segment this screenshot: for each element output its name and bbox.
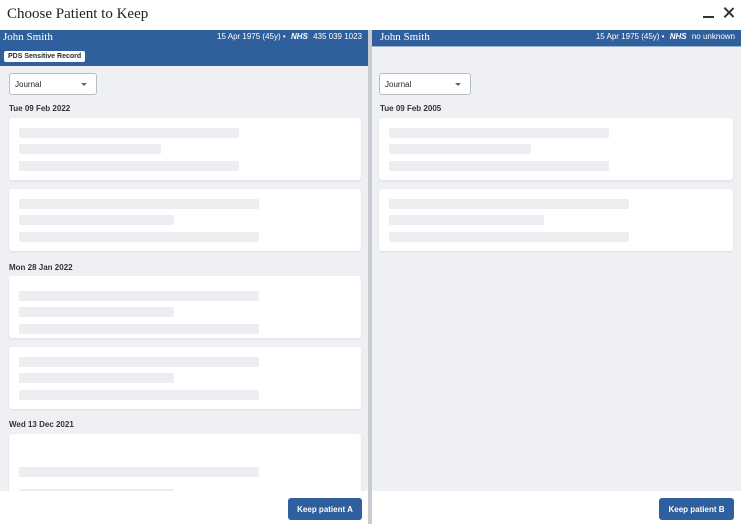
journal-entry-card[interactable] xyxy=(9,347,361,409)
patient-b-dob: 15 Apr 1975 (45y) xyxy=(595,32,660,41)
date-header: Wed 13 Dec 2021 xyxy=(9,420,74,429)
close-icon[interactable] xyxy=(721,3,735,21)
patient-b-separator: • xyxy=(661,32,665,41)
skeleton-line xyxy=(389,144,531,154)
patient-a-nhs-label: NHS xyxy=(290,32,308,41)
skeleton-line xyxy=(19,232,259,242)
skeleton-line xyxy=(19,324,259,334)
patient-a-header: John Smith 15 Apr 1975 (45y) • NHS 435 0… xyxy=(0,30,368,66)
skeleton-line xyxy=(19,161,239,171)
skeleton-line xyxy=(389,232,629,242)
patient-a-pane: John Smith 15 Apr 1975 (45y) • NHS 435 0… xyxy=(0,30,368,491)
skeleton-line xyxy=(19,215,174,225)
skeleton-line xyxy=(389,161,609,171)
patient-a-separator: • xyxy=(282,32,286,41)
title-bar: Choose Patient to Keep xyxy=(0,0,741,30)
minimize-icon[interactable] xyxy=(702,3,716,21)
journal-entry-card[interactable] xyxy=(379,189,733,251)
patient-b-nhs-number: no unknown xyxy=(691,32,735,41)
patient-a-name: John Smith xyxy=(3,31,53,43)
journal-entry-card[interactable] xyxy=(9,118,361,180)
patient-b-view-select-value: Journal xyxy=(385,80,412,89)
skeleton-line xyxy=(19,128,239,138)
skeleton-line xyxy=(389,215,544,225)
date-header: Mon 28 Jan 2022 xyxy=(9,263,73,272)
patient-b-meta: 15 Apr 1975 (45y) • NHS no unknown xyxy=(596,32,735,41)
skeleton-line xyxy=(19,467,259,477)
skeleton-line xyxy=(389,128,609,138)
skeleton-line xyxy=(389,199,629,209)
patient-b-nhs-label: NHS xyxy=(669,32,687,41)
skeleton-line xyxy=(19,390,259,400)
patient-b-header: John Smith 15 Apr 1975 (45y) • NHS no un… xyxy=(372,30,741,47)
patient-b-pane: John Smith 15 Apr 1975 (45y) • NHS no un… xyxy=(372,30,741,491)
window-title: Choose Patient to Keep xyxy=(7,6,149,22)
skeleton-line xyxy=(19,199,259,209)
date-header: Tue 09 Feb 2005 xyxy=(380,104,442,113)
patient-b-name: John Smith xyxy=(380,31,430,43)
pds-sensitive-badge: PDS Sensitive Record xyxy=(4,51,86,62)
patient-a-meta: 15 Apr 1975 (45y) • NHS 435 039 1023 xyxy=(217,32,362,41)
journal-entry-card[interactable] xyxy=(9,276,361,338)
patient-a-dob: 15 Apr 1975 (45y) xyxy=(217,32,281,41)
patient-a-footer: Keep patient A xyxy=(0,491,368,524)
chevron-down-icon xyxy=(455,83,461,86)
window-controls xyxy=(702,3,735,21)
keep-patient-a-button[interactable]: Keep patient A xyxy=(288,498,362,520)
patient-a-nhs-number: 435 039 1023 xyxy=(313,32,362,41)
chevron-down-icon xyxy=(81,83,87,86)
skeleton-line xyxy=(19,373,174,383)
patient-b-footer: Keep patient B xyxy=(372,491,741,524)
patient-a-view-select[interactable]: Journal xyxy=(9,73,97,95)
skeleton-line xyxy=(19,307,174,317)
patient-a-view-select-value: Journal xyxy=(15,80,42,89)
journal-entry-card[interactable] xyxy=(379,118,733,180)
date-header: Tue 09 Feb 2022 xyxy=(9,104,71,113)
journal-entry-card[interactable] xyxy=(9,189,361,251)
skeleton-line xyxy=(19,357,259,367)
journal-entry-card[interactable] xyxy=(9,434,361,491)
skeleton-line xyxy=(19,291,259,301)
skeleton-line xyxy=(19,144,161,154)
patient-b-view-select[interactable]: Journal xyxy=(379,73,471,95)
keep-patient-b-button[interactable]: Keep patient B xyxy=(659,498,734,520)
